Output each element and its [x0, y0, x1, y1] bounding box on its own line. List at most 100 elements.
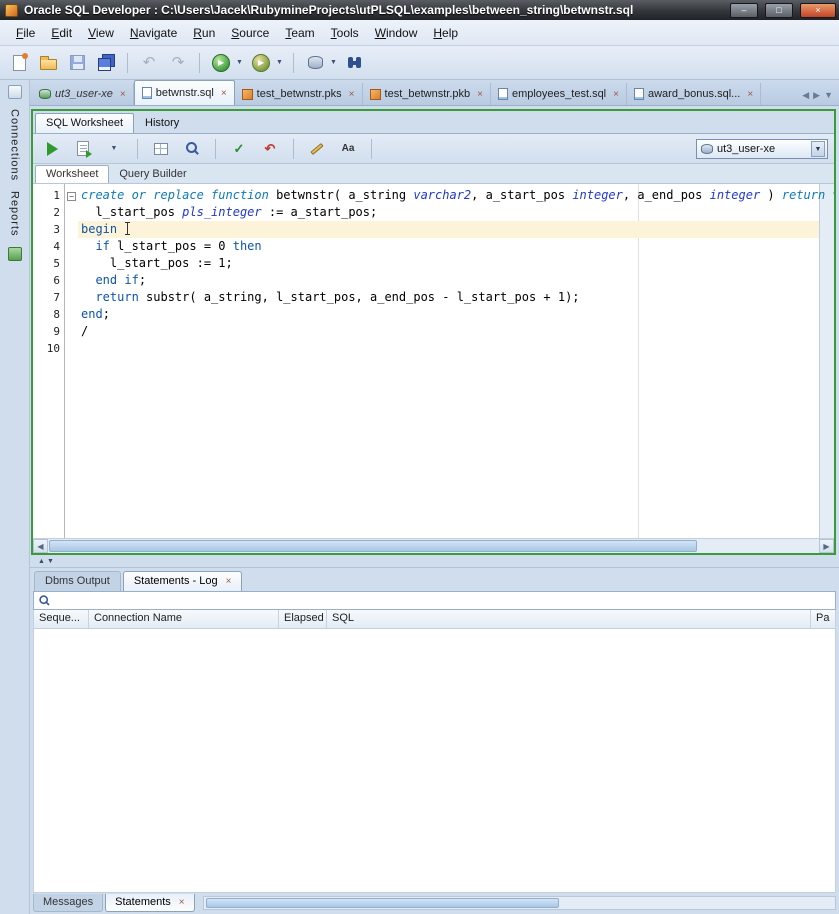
clear-button[interactable]: [304, 136, 330, 162]
tab-betwnstr-sql[interactable]: betwnstr.sql×: [134, 80, 235, 105]
code-line[interactable]: create or replace function betwnstr( a_s…: [78, 187, 819, 204]
connection-dropdown-icon[interactable]: ▼: [811, 141, 825, 157]
menu-file[interactable]: File: [8, 22, 43, 44]
minimize-button[interactable]: –: [730, 3, 758, 18]
scrollbar-track[interactable]: [48, 539, 819, 553]
code-line[interactable]: end if;: [78, 272, 819, 289]
menu-team[interactable]: Team: [277, 22, 322, 44]
redo-button: ↷: [165, 50, 191, 76]
column-header-connection-name[interactable]: Connection Name: [89, 610, 279, 628]
tab-sql-worksheet[interactable]: SQL Worksheet: [35, 113, 134, 133]
run-button[interactable]: ▶: [208, 50, 234, 76]
window-title: Oracle SQL Developer : C:\Users\Jacek\Ru…: [24, 3, 723, 17]
connections-button[interactable]: [302, 50, 328, 76]
tab-employees-test-sql[interactable]: employees_test.sql×: [491, 83, 627, 105]
column-header-sql[interactable]: SQL: [327, 610, 811, 628]
code-line[interactable]: begin: [78, 221, 819, 238]
tab-close-icon[interactable]: ×: [120, 89, 126, 100]
reports-panel-tab[interactable]: Reports: [9, 191, 21, 237]
footer-tab-messages[interactable]: Messages: [33, 894, 103, 912]
code-line[interactable]: l_start_pos pls_integer := a_start_pos;: [78, 204, 819, 221]
toolbar-separator: [127, 53, 128, 73]
footer-scrollbar-thumb[interactable]: [206, 898, 560, 908]
column-header-seque[interactable]: Seque...: [34, 610, 89, 628]
code-area[interactable]: create or replace function betwnstr( a_s…: [78, 184, 819, 538]
menu-help[interactable]: Help: [425, 22, 466, 44]
code-line[interactable]: /: [78, 323, 819, 340]
fold-marker[interactable]: −: [65, 187, 78, 204]
collapse-down-button[interactable]: ▼: [47, 558, 54, 565]
scroll-left-button[interactable]: ◀: [33, 539, 48, 553]
code-line[interactable]: return substr( a_string, l_start_pos, a_…: [78, 289, 819, 306]
tab-close-icon[interactable]: ×: [221, 88, 227, 99]
save-all-button[interactable]: [93, 50, 119, 76]
connection-selector[interactable]: ut3_user-xe ▼: [696, 139, 828, 159]
code-editor[interactable]: 12345678910 − create or replace function…: [33, 184, 834, 538]
maximize-button[interactable]: □: [765, 3, 793, 18]
reports-panel-icon[interactable]: [8, 247, 22, 261]
menu-edit[interactable]: Edit: [43, 22, 80, 44]
tab-scroll-left-icon[interactable]: ◀: [802, 90, 809, 101]
tab-statements-log[interactable]: Statements - Log×: [123, 571, 243, 591]
tab-ut3-user-xe[interactable]: ut3_user-xe×: [32, 83, 134, 105]
close-button[interactable]: ×: [800, 3, 836, 18]
footer-tab-statements[interactable]: Statements×: [105, 894, 194, 912]
code-line[interactable]: if l_start_pos = 0 then: [78, 238, 819, 255]
scroll-right-button[interactable]: ▶: [819, 539, 834, 553]
footer-scrollbar[interactable]: [203, 896, 836, 910]
code-line[interactable]: l_start_pos := 1;: [78, 255, 819, 272]
explain-plan-button[interactable]: [179, 136, 205, 162]
filter-input[interactable]: [55, 593, 831, 608]
menu-view[interactable]: View: [80, 22, 122, 44]
code-fold-icon[interactable]: −: [67, 192, 76, 201]
open-file-button[interactable]: [35, 50, 61, 76]
tab-close-icon[interactable]: ×: [349, 89, 355, 100]
subtab-query-builder[interactable]: Query Builder: [109, 166, 196, 183]
column-header-elapsed[interactable]: Elapsed: [279, 610, 327, 628]
autotrace-button[interactable]: [148, 136, 174, 162]
rollback-button[interactable]: ↶: [257, 136, 283, 162]
code-line[interactable]: [78, 340, 819, 357]
debug-button[interactable]: ▶: [248, 50, 274, 76]
tab-test-betwnstr-pkb[interactable]: test_betwnstr.pkb×: [363, 83, 491, 105]
tab-history[interactable]: History: [135, 114, 189, 133]
tab-close-icon[interactable]: ×: [613, 89, 619, 100]
menu-tools[interactable]: Tools: [323, 22, 367, 44]
panel-splitter[interactable]: ▲ ▼: [30, 555, 839, 567]
run-script-button[interactable]: [70, 136, 96, 162]
case-toggle-button[interactable]: Aa: [335, 136, 361, 162]
line-number: 2: [33, 204, 60, 221]
scrollbar-thumb[interactable]: [49, 540, 697, 552]
menu-window[interactable]: Window: [367, 22, 426, 44]
dock-panel-icon[interactable]: [8, 85, 22, 99]
collapse-up-button[interactable]: ▲: [38, 558, 45, 565]
column-header-pa[interactable]: Pa: [811, 610, 835, 628]
connections-dropdown-icon[interactable]: ▼: [328, 59, 339, 66]
run-statement-button[interactable]: [39, 136, 65, 162]
commit-button[interactable]: ✓: [226, 136, 252, 162]
tab-close-icon[interactable]: ×: [747, 89, 753, 100]
code-line[interactable]: end;: [78, 306, 819, 323]
tab-scroll-right-icon[interactable]: ▶: [813, 90, 820, 101]
connections-panel-tab[interactable]: Connections: [9, 109, 21, 181]
editor-vertical-scrollbar[interactable]: [819, 184, 834, 538]
menu-navigate[interactable]: Navigate: [122, 22, 185, 44]
tab-test-betwnstr-pks[interactable]: test_betwnstr.pks×: [235, 83, 363, 105]
editor-horizontal-scrollbar[interactable]: ◀ ▶: [33, 538, 834, 553]
tab-award-bonus-sql[interactable]: award_bonus.sql...×: [627, 83, 761, 105]
find-db-objects-button[interactable]: [342, 50, 368, 76]
tab-list-dropdown-icon[interactable]: ▼: [824, 90, 833, 101]
statements-table-body[interactable]: [33, 629, 836, 893]
debug-dropdown-icon[interactable]: ▼: [274, 59, 285, 66]
menu-source[interactable]: Source: [223, 22, 277, 44]
menu-run[interactable]: Run: [185, 22, 223, 44]
tab-dbms-output[interactable]: Dbms Output: [34, 571, 121, 591]
tab-close-icon[interactable]: ×: [179, 897, 185, 908]
new-file-button[interactable]: [6, 50, 32, 76]
run-options-dropdown-button[interactable]: ▼: [101, 136, 127, 162]
tab-close-icon[interactable]: ×: [477, 89, 483, 100]
tab-close-icon[interactable]: ×: [226, 576, 232, 587]
run-dropdown-icon[interactable]: ▼: [234, 59, 245, 66]
statements-filter[interactable]: [33, 591, 836, 610]
subtab-worksheet[interactable]: Worksheet: [35, 165, 109, 183]
